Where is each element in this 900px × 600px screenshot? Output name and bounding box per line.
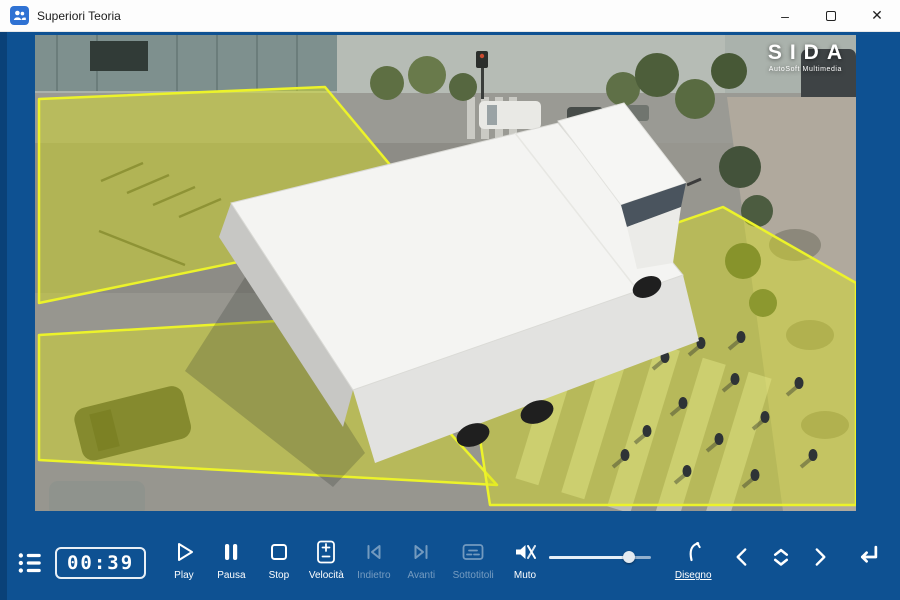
close-button[interactable]: ✕: [854, 0, 900, 31]
stop-icon: [266, 539, 292, 565]
sida-logo: SIDA AutoSoft Multimedia: [768, 41, 842, 73]
next-button[interactable]: Avanti: [398, 539, 445, 587]
player-toolbar: 00:39 Play Pausa Stop: [0, 526, 900, 600]
pause-label: Pausa: [217, 570, 245, 581]
skip-forward-icon: [408, 539, 434, 565]
mute-icon: [512, 539, 538, 565]
volume-slider[interactable]: [549, 547, 652, 567]
stop-label: Stop: [269, 570, 290, 581]
return-icon: [850, 541, 882, 573]
mute-button[interactable]: Muto: [501, 539, 548, 587]
sida-logo-name: SIDA: [768, 41, 850, 65]
maximize-button[interactable]: [808, 0, 854, 31]
return-button[interactable]: [850, 537, 882, 577]
window-title: Superiori Teoria: [37, 9, 121, 23]
nav-left-button[interactable]: [727, 537, 758, 577]
parked-car-gray: [49, 481, 145, 511]
titlebar: Superiori Teoria – ✕: [0, 0, 900, 32]
draw-button[interactable]: Disegno: [669, 539, 716, 587]
minimize-button[interactable]: –: [762, 0, 808, 31]
pen-icon: [680, 539, 706, 565]
playlist-icon: [16, 549, 44, 577]
previous-label: Indietro: [357, 570, 390, 581]
pause-button[interactable]: Pausa: [208, 539, 255, 587]
draw-label: Disegno: [675, 570, 712, 581]
speed-icon: [313, 539, 339, 565]
chevron-right-icon: [806, 543, 834, 571]
speed-button[interactable]: Velocità: [303, 539, 350, 587]
next-label: Avanti: [408, 570, 436, 581]
volume-fill: [549, 556, 629, 559]
playlist-button[interactable]: [14, 543, 47, 583]
pause-icon: [218, 539, 244, 565]
sida-logo-tagline: AutoSoft Multimedia: [768, 66, 842, 73]
chevron-left-icon: [728, 543, 756, 571]
window-body: SIDA AutoSoft Multimedia 00:39: [0, 32, 900, 600]
volume-handle[interactable]: [623, 551, 635, 563]
subtitles-icon: [460, 539, 486, 565]
skip-back-icon: [361, 539, 387, 565]
nav-right-button[interactable]: [805, 537, 836, 577]
previous-button[interactable]: Indietro: [350, 539, 397, 587]
video-frame: SIDA AutoSoft Multimedia: [35, 35, 856, 511]
window-controls: – ✕: [762, 0, 900, 31]
subtitles-label: Sottotitoli: [453, 570, 494, 581]
play-icon: [171, 539, 197, 565]
left-edge-shade: [0, 32, 7, 600]
chevrons-up-down-icon: [766, 542, 796, 572]
mute-label: Muto: [514, 570, 536, 581]
play-button[interactable]: Play: [160, 539, 207, 587]
speed-label: Velocità: [309, 570, 344, 581]
app-icon: [10, 6, 29, 25]
subtitles-button[interactable]: Sottotitoli: [445, 539, 501, 587]
app-window: Superiori Teoria – ✕: [0, 0, 900, 600]
play-label: Play: [174, 570, 193, 581]
expand-collapse-button[interactable]: [766, 537, 797, 577]
maximize-icon: [826, 11, 836, 21]
street-scene: [35, 35, 856, 511]
timer-display: 00:39: [55, 547, 146, 579]
stop-button[interactable]: Stop: [255, 539, 302, 587]
